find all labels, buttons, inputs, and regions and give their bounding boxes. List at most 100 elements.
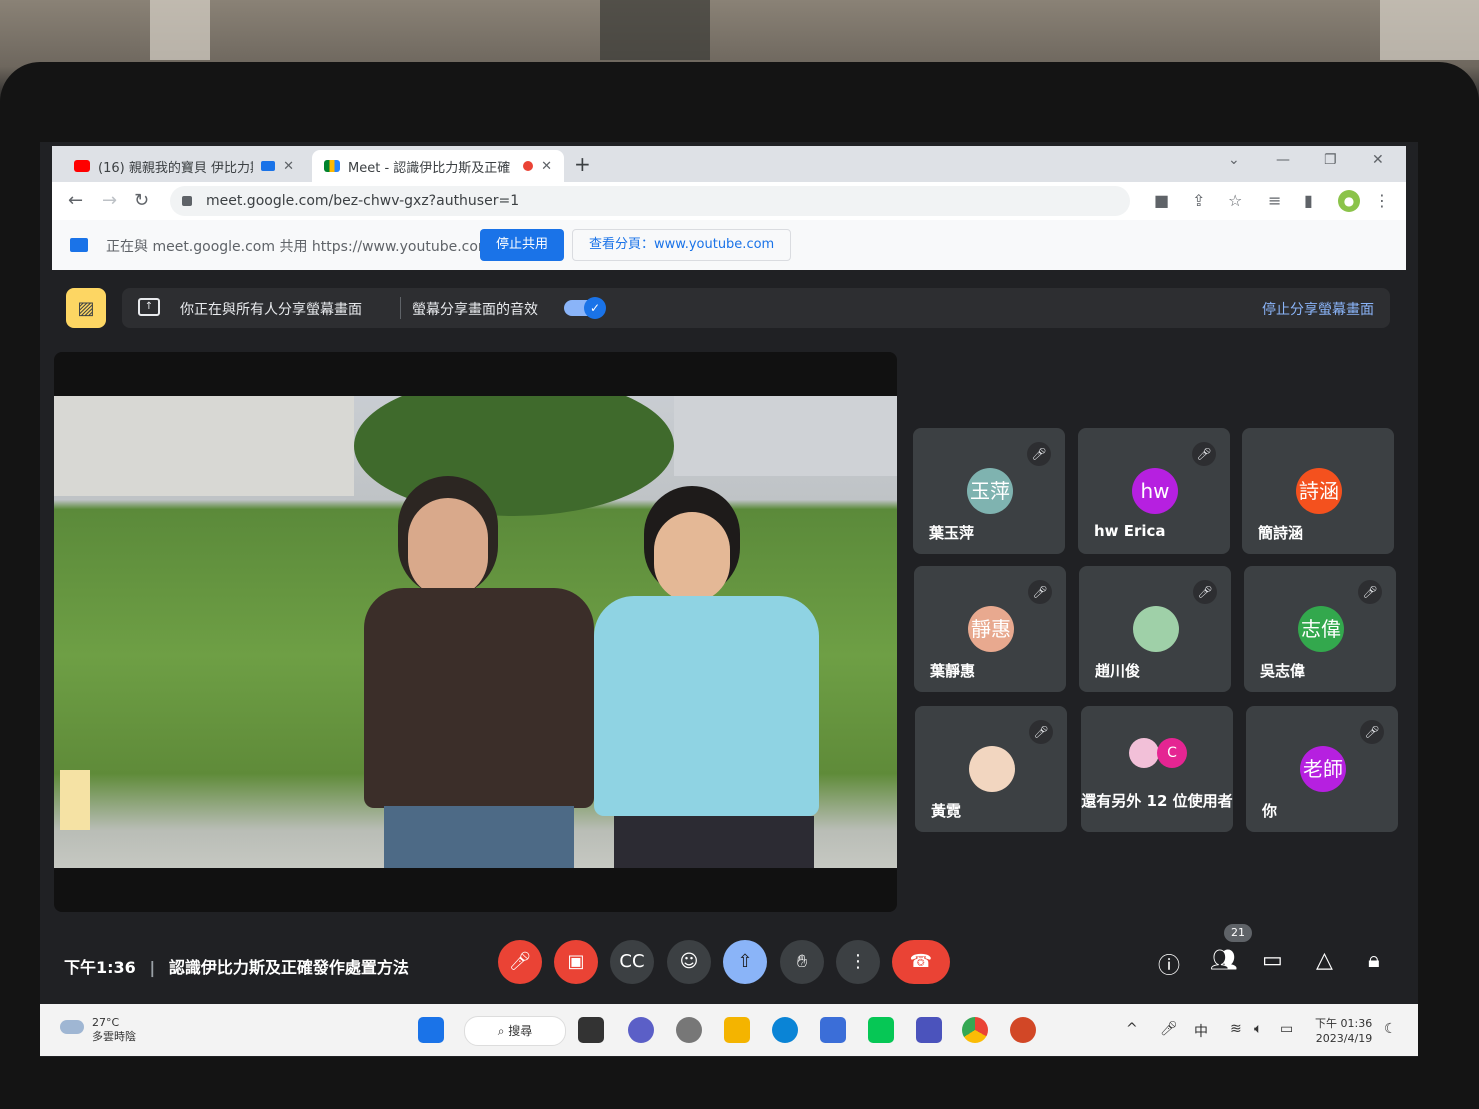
participant-name: 趙川俊 — [1095, 662, 1141, 680]
mic-off-icon[interactable]: 🎤︎ — [498, 940, 542, 984]
store-icon[interactable] — [820, 1017, 846, 1043]
participant-tile[interactable]: 🎤︎ 黃霓 — [915, 706, 1067, 832]
browser-tab-bar: (16) 親親我的寶貝 伊比力斯 ✕ Meet - 認識伊比力斯及正確 ✕ + … — [52, 146, 1406, 182]
captions-icon[interactable]: CC — [610, 940, 654, 984]
present-now-icon[interactable]: ⇧ — [723, 940, 767, 984]
file-explorer-icon[interactable] — [724, 1017, 750, 1043]
media-control-icon[interactable]: ≡ — [1268, 191, 1281, 210]
mic-off-icon: 🎤︎ — [1027, 442, 1051, 466]
participant-tile[interactable]: 🎤︎ 志偉 吳志偉 — [1244, 566, 1396, 692]
close-tab-icon[interactable]: ✕ — [283, 159, 294, 174]
more-options-icon[interactable]: ⋮ — [836, 940, 880, 984]
avatar: 靜惠 — [968, 606, 1014, 652]
windows-start-icon[interactable] — [418, 1017, 444, 1043]
line-icon[interactable] — [868, 1017, 894, 1043]
share-icon[interactable]: ⇪ — [1192, 191, 1205, 210]
people-icon[interactable]: 👥︎ — [1210, 948, 1238, 973]
avatar: hw — [1132, 468, 1178, 514]
cloud-icon — [60, 1020, 84, 1034]
bookmark-star-icon[interactable]: ☆ — [1228, 191, 1242, 210]
avatar-photo — [1133, 606, 1179, 652]
avatar: 詩涵 — [1296, 468, 1342, 514]
person-left — [364, 476, 604, 868]
present-icon: ↑ — [138, 298, 160, 316]
avatar: 玉萍 — [967, 468, 1013, 514]
task-view-icon[interactable] — [578, 1017, 604, 1043]
presentation-hide-icon[interactable]: ▨ — [66, 288, 106, 328]
participant-tile[interactable]: 詩涵 簡詩涵 — [1242, 428, 1394, 554]
stop-sharing-button[interactable]: 停止共用 — [480, 229, 565, 261]
youtube-icon — [74, 160, 90, 172]
teams-icon[interactable] — [916, 1017, 942, 1043]
participant-tile[interactable]: 🎤︎ 靜惠 葉靜惠 — [914, 566, 1066, 692]
leave-call-icon[interactable]: ☎︎ — [892, 940, 950, 984]
microphone-icon[interactable]: 🎤︎ — [1160, 1021, 1178, 1037]
participant-name: 葉靜惠 — [930, 662, 976, 680]
powerpoint-icon[interactable] — [1010, 1017, 1036, 1043]
reload-icon[interactable]: ↻ — [134, 190, 149, 211]
back-icon[interactable]: ← — [68, 190, 83, 211]
edge-icon[interactable] — [772, 1017, 798, 1043]
camera-off-icon[interactable]: ▣ — [554, 940, 598, 984]
taskbar-search[interactable]: ⌕ 搜尋 — [464, 1016, 566, 1046]
new-tab-button[interactable]: + — [574, 152, 591, 176]
tab-youtube[interactable]: (16) 親親我的寶貝 伊比力斯 ✕ — [62, 150, 306, 182]
side-panel-icon[interactable]: ▮ — [1304, 191, 1313, 210]
avatar: 老師 — [1300, 746, 1346, 792]
teams-chat-icon[interactable] — [628, 1017, 654, 1043]
divider: | — [149, 958, 156, 977]
shared-screen — [54, 352, 897, 912]
audio-label: 螢幕分享畫面的音效 — [412, 302, 538, 318]
battery-icon[interactable]: ▭ — [1280, 1021, 1293, 1037]
participant-tile[interactable]: 🎤︎ hw hw Erica — [1078, 428, 1230, 554]
meeting-details-icon[interactable]: ⓘ — [1158, 948, 1180, 980]
clock-time: 下午 01:36 — [1315, 1017, 1373, 1030]
close-window-icon[interactable]: ✕ — [1372, 152, 1384, 168]
clock-date: 2023/4/19 — [1315, 1032, 1373, 1045]
notification-icon[interactable]: ☾ — [1384, 1021, 1397, 1037]
window-light — [1380, 0, 1479, 60]
share-screen-icon — [70, 238, 88, 252]
show-hidden-icons-icon[interactable]: ^ — [1126, 1021, 1138, 1037]
participant-count-badge: 21 — [1224, 924, 1252, 942]
host-controls-icon[interactable]: 🔒︎ — [1368, 948, 1380, 973]
wifi-icon[interactable]: ≋ — [1230, 1021, 1242, 1037]
check-icon: ✓ — [584, 297, 606, 319]
system-clock[interactable]: 下午 01:36 2023/4/19 — [1315, 1016, 1372, 1046]
participant-tile[interactable]: 🎤︎ 趙川俊 — [1079, 566, 1231, 692]
settings-icon[interactable] — [676, 1017, 702, 1043]
mic-off-icon: 🎤︎ — [1028, 580, 1052, 604]
weather-desc: 多雲時陰 — [92, 1030, 136, 1043]
avatar: 志偉 — [1298, 606, 1344, 652]
camera-in-use-icon[interactable]: ■ — [1154, 191, 1169, 210]
view-tab-button[interactable]: 查看分頁：www.youtube.com — [572, 229, 792, 261]
ime-indicator[interactable]: 中 — [1194, 1021, 1208, 1041]
emoji-icon[interactable]: ☺ — [667, 940, 711, 984]
audio-toggle[interactable]: ✓ — [564, 297, 606, 319]
avatar: C — [1157, 738, 1187, 768]
tab-meet[interactable]: Meet - 認識伊比力斯及正確 ✕ — [312, 150, 564, 182]
meet-app: ▨ ↑ 你正在與所有人分享螢幕畫面 螢幕分享畫面的音效 ✓ 停止分享螢幕畫面 🎤… — [52, 270, 1406, 1041]
close-tab-icon[interactable]: ✕ — [541, 159, 552, 174]
minimize-icon[interactable]: — — [1276, 152, 1290, 168]
chrome-menu-icon[interactable]: ⋮ — [1374, 191, 1390, 210]
mic-off-icon: 🎤︎ — [1029, 720, 1053, 744]
maximize-icon[interactable]: ❐ — [1324, 152, 1337, 168]
forward-icon[interactable]: → — [102, 190, 117, 211]
stop-presenting-link[interactable]: 停止分享螢幕畫面 — [1262, 299, 1374, 319]
volume-muted-icon[interactable]: 🔈︎ — [1254, 1021, 1262, 1037]
recording-dot-icon — [523, 161, 534, 171]
participant-tile[interactable]: 🎤︎ 玉萍 葉玉萍 — [913, 428, 1065, 554]
others-tile[interactable]: C 還有另外 12 位使用者 — [1081, 706, 1233, 832]
meeting-time: 下午1:36 — [64, 958, 136, 977]
chat-icon[interactable]: ▭ — [1262, 948, 1283, 973]
windows-taskbar: 27°C 多雲時陰 ⌕ 搜尋 ^ 🎤︎ 中 ≋ 🔈︎ ▭ 下午 01:36 20… — [40, 1004, 1418, 1056]
profile-avatar[interactable]: ● — [1338, 190, 1360, 212]
omnibox[interactable]: meet.google.com/bez-chwv-gxz?authuser=1 — [170, 186, 1130, 216]
chrome-icon[interactable] — [962, 1017, 988, 1043]
self-tile[interactable]: 🎤︎ 老師 你 — [1246, 706, 1398, 832]
raise-hand-icon[interactable]: ✋︎ — [780, 940, 824, 984]
address-toolbar: ← → ↻ meet.google.com/bez-chwv-gxz?authu… — [52, 182, 1406, 220]
tab-search-chevron-icon[interactable]: ⌄ — [1228, 152, 1240, 168]
activities-icon[interactable]: △ — [1316, 948, 1333, 973]
